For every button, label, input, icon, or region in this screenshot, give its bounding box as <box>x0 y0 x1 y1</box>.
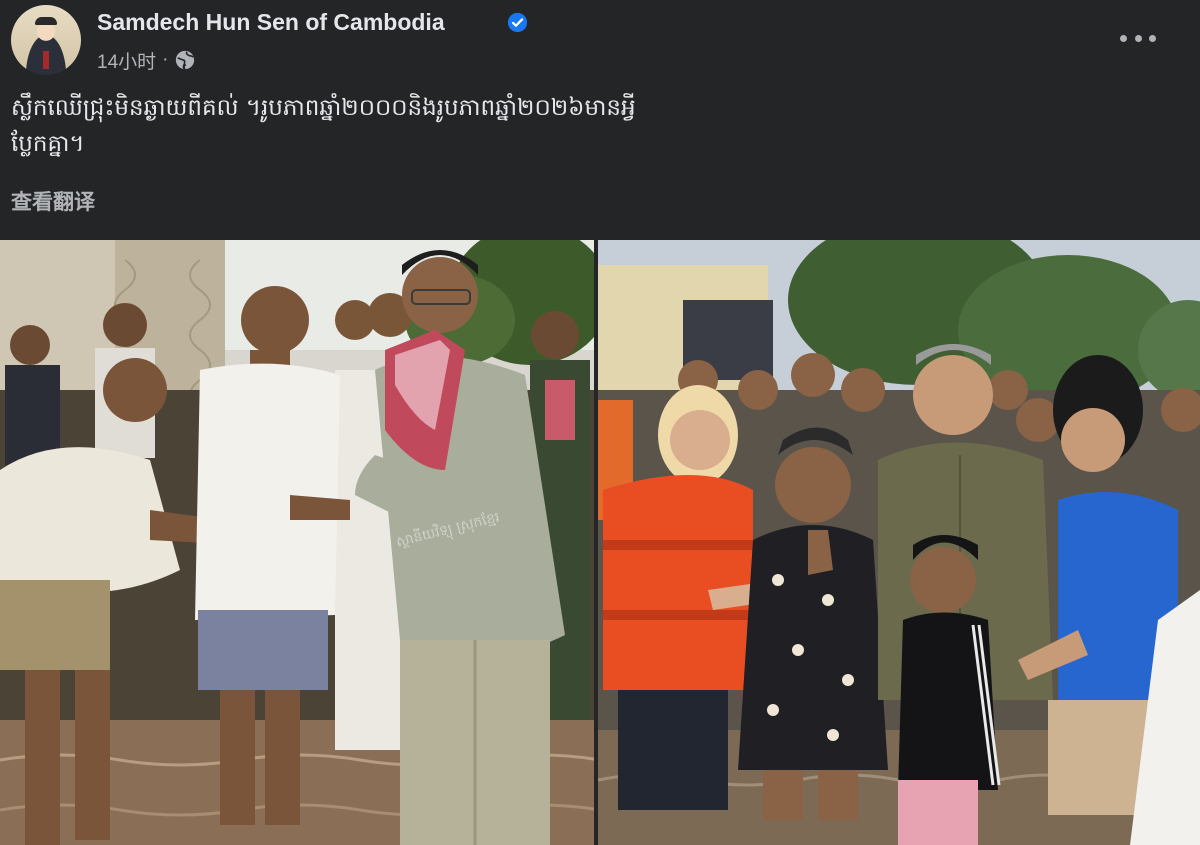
see-translation-link[interactable]: 查看翻译 <box>11 186 95 216</box>
author-name[interactable]: Samdech Hun Sen of Cambodia <box>97 9 445 36</box>
post-text-line1: ស្លឹកឈើជ្រុះមិនឆ្ងាយពីគល់ ។រូបភាពឆ្នាំ២០… <box>11 95 636 121</box>
more-options-button[interactable] <box>1120 24 1156 52</box>
post-meta: 14小时 · <box>97 47 196 73</box>
more-options-icon <box>1120 34 1127 42</box>
post-text-line2: ប្លែកគ្នា។ <box>11 131 85 157</box>
post-header: Samdech Hun Sen of Cambodia 14小时 · <box>0 0 1200 80</box>
verified-badge-icon <box>507 12 528 33</box>
post-text: ស្លឹកឈើជ្រុះមិនឆ្ងាយពីគល់ ។រូបភាពឆ្នាំ២០… <box>11 90 911 162</box>
globe-icon[interactable] <box>174 49 196 71</box>
photo-right-2026[interactable] <box>598 240 1200 845</box>
photo-left-2000[interactable]: ស្ថានីយវិទ្យុ ស្រុកខ្មែរ <box>0 240 594 845</box>
meta-separator: · <box>162 49 169 70</box>
post-timestamp[interactable]: 14小时 <box>97 47 156 74</box>
photo-grid: ស្ថានីយវិទ្យុ ស្រុកខ្មែរ <box>0 240 1200 845</box>
author-avatar[interactable] <box>11 5 81 75</box>
